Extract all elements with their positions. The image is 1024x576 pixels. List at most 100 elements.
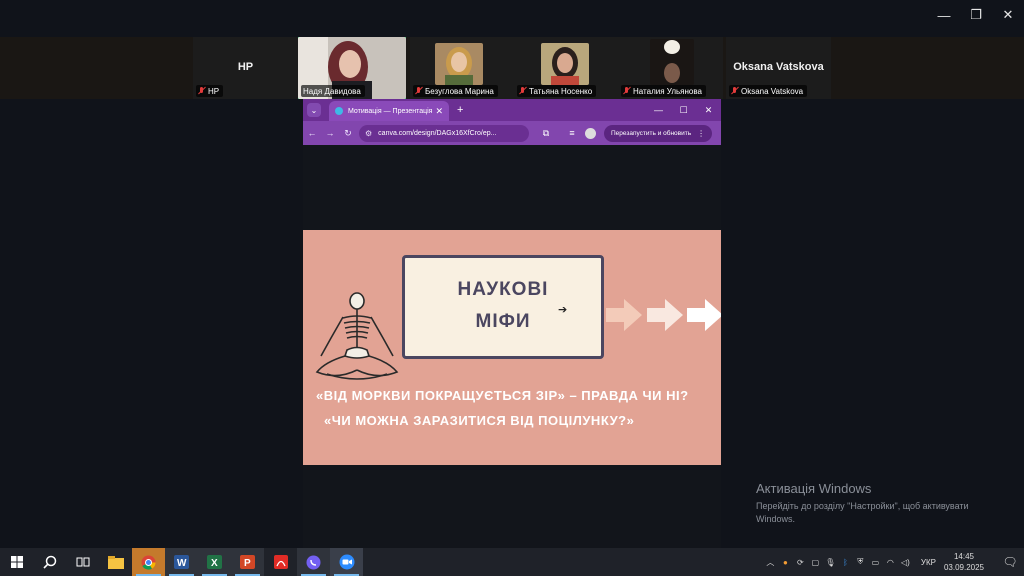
participant-display-name: HP: [237, 61, 254, 73]
excel-icon: X: [207, 555, 222, 569]
participant-tile-ulyanova[interactable]: Наталия Ульянова: [618, 37, 723, 99]
slide-question-1: «ВІД МОРКВИ ПОКРАЩУЄТЬСЯ ЗІР» – ПРАВДА Ч…: [316, 388, 689, 403]
new-tab-button[interactable]: +: [457, 104, 463, 116]
slide-title-line1: НАУКОВІ: [457, 279, 549, 300]
zoom-button[interactable]: [330, 548, 363, 576]
browser-tab[interactable]: Мотивація — Презентація ✕: [329, 101, 449, 121]
arrow-right-icon: [606, 299, 642, 331]
meditating-skeleton-icon: [315, 292, 399, 380]
reload-icon[interactable]: ↻: [339, 128, 357, 139]
search-button[interactable]: [33, 548, 66, 576]
media-icon[interactable]: ≡: [563, 128, 581, 138]
browser-tab-bar: ⌄ Мотивація — Презентація ✕ + — ☐ ✕: [303, 99, 721, 121]
participant-tile-nosenko[interactable]: Татьяна Носенко: [514, 37, 619, 99]
address-bar[interactable]: ⚙ canva.com/design/DAGx16XfCro/ep...: [359, 124, 529, 142]
task-view-button[interactable]: [66, 548, 99, 576]
show-hidden-icons-icon[interactable]: ︿: [763, 557, 778, 568]
address-text: canva.com/design/DAGx16XfCro/ep...: [378, 129, 497, 137]
windows-taskbar: W X P ︿ ● ⟳ ▢ 🎙 ᛒ ⛨ ▭ ◠ ◁) УКР 14:45 03.…: [0, 548, 1024, 576]
mouse-cursor-icon: ➔: [558, 304, 568, 316]
extensions-icon[interactable]: ⧉: [537, 128, 555, 139]
clock-date: 03.09.2025: [943, 563, 984, 572]
more-menu-icon[interactable]: ⋮: [697, 129, 705, 138]
participant-caption: Надя Давидова: [301, 85, 365, 97]
clock-time: 14:45: [953, 552, 974, 561]
browser-minimize-icon[interactable]: —: [646, 105, 671, 116]
tab-search-icon[interactable]: ⌄: [307, 103, 321, 117]
microphone-icon[interactable]: 🎙: [823, 558, 838, 567]
relaunch-update-button[interactable]: Перезапустить и обновить ⋮: [604, 124, 713, 142]
browser-maximize-icon[interactable]: ☐: [671, 105, 696, 116]
tab-title: Мотивація — Презентація: [348, 107, 433, 115]
browser-toolbar: ← → ↻ ⚙ canva.com/design/DAGx16XfCro/ep.…: [303, 121, 721, 145]
clock[interactable]: 14:45 03.09.2025: [944, 551, 984, 573]
minimize-button[interactable]: —: [928, 0, 960, 30]
arrow-right-icon: [687, 299, 721, 331]
powerpoint-button[interactable]: P: [231, 548, 264, 576]
window-controls: — ❐ ✕: [928, 0, 1024, 30]
wifi-icon[interactable]: ◠: [883, 558, 898, 567]
svg-text:W: W: [177, 558, 187, 569]
word-icon: W: [174, 555, 189, 569]
language-indicator[interactable]: УКР: [921, 558, 936, 567]
site-settings-icon[interactable]: ⚙: [365, 129, 372, 138]
forward-icon[interactable]: →: [321, 128, 339, 138]
participant-video: [650, 39, 694, 85]
participant-tile-nadia[interactable]: Надя Давидова: [298, 37, 406, 99]
arrow-right-icon: [647, 299, 683, 331]
participant-tile-hp[interactable]: HP HP: [193, 37, 298, 99]
search-icon: [42, 555, 56, 569]
word-button[interactable]: W: [165, 548, 198, 576]
task-view-icon: [76, 557, 89, 567]
zoom-icon: [339, 554, 354, 570]
bluetooth-icon[interactable]: ᛒ: [838, 558, 853, 567]
canva-favicon-icon: [335, 107, 343, 115]
activation-subtext: Перейдіть до розділу "Настройки", щоб ак…: [756, 501, 969, 524]
mic-muted-icon: [198, 87, 205, 95]
zoom-meeting-window: — ❐ ✕ HP HP Надя Давидова Безуглова Мари…: [0, 0, 1024, 576]
acrobat-button[interactable]: [264, 548, 297, 576]
viber-icon: [306, 555, 321, 569]
windows-activation-watermark: Активація Windows Перейдіть до розділу "…: [756, 481, 996, 526]
participant-tile-bezuglova[interactable]: Безуглова Марина: [410, 37, 515, 99]
participant-caption: Наталия Ульянова: [621, 85, 706, 97]
participant-caption: HP: [196, 85, 224, 97]
start-button[interactable]: [0, 548, 33, 576]
file-explorer-button[interactable]: [99, 548, 132, 576]
volume-icon[interactable]: ◁): [898, 558, 913, 567]
participant-caption: Безуглова Марина: [413, 85, 498, 97]
slide-title-line2: МІФИ: [475, 311, 531, 332]
back-icon[interactable]: ←: [303, 128, 321, 138]
browser-window-controls: — ☐ ✕: [646, 105, 721, 116]
mic-muted-icon: [623, 87, 630, 95]
tray-device-icon[interactable]: ▢: [808, 558, 823, 567]
participant-caption: Татьяна Носенко: [517, 85, 597, 97]
slide-title-card: НАУКОВІ МІФИ ➔: [402, 255, 604, 359]
excel-button[interactable]: X: [198, 548, 231, 576]
acrobat-icon: [273, 555, 288, 569]
powerpoint-icon: P: [240, 555, 255, 569]
mic-muted-icon: [731, 87, 738, 95]
notifications-icon[interactable]: 🗨: [996, 555, 1024, 569]
browser-close-icon[interactable]: ✕: [696, 105, 721, 116]
profile-avatar[interactable]: [585, 127, 596, 139]
tray-app-icon[interactable]: ●: [778, 558, 793, 567]
viber-button[interactable]: [297, 548, 330, 576]
tray-sync-icon[interactable]: ⟳: [793, 558, 808, 567]
participant-tile-vatskova[interactable]: Oksana Vatskova Oksana Vatskova: [726, 37, 831, 99]
close-tab-icon[interactable]: ✕: [435, 106, 443, 117]
system-tray: ︿ ● ⟳ ▢ 🎙 ᛒ ⛨ ▭ ◠ ◁) УКР 14:45 03.09.202…: [763, 548, 1024, 576]
svg-text:X: X: [211, 558, 218, 569]
restore-button[interactable]: ❐: [960, 0, 992, 30]
mic-muted-icon: [519, 87, 526, 95]
close-button[interactable]: ✕: [992, 0, 1024, 30]
participants-strip: HP HP Надя Давидова Безуглова Марина Тат…: [0, 37, 1024, 99]
slide-question-2: «ЧИ МОЖНА ЗАРАЗИТИСЯ ВІД ПОЦІЛУНКУ?»: [324, 413, 635, 428]
defender-shield-icon[interactable]: ⛨: [853, 557, 868, 567]
chrome-button[interactable]: [132, 548, 165, 576]
folder-icon: [107, 555, 124, 569]
battery-icon[interactable]: ▭: [868, 558, 883, 567]
participant-display-name: Oksana Vatskova: [733, 61, 824, 73]
participant-avatar: [435, 43, 483, 85]
windows-logo-icon: [10, 556, 23, 568]
